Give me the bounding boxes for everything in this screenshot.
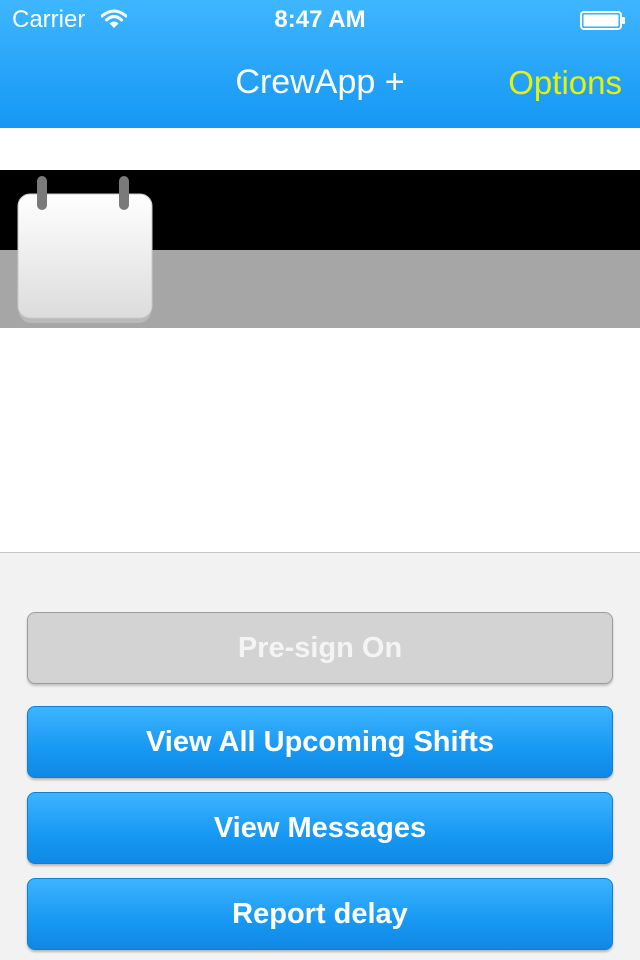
navigation-bar: Carrier 8:47 AM CrewApp + Options bbox=[0, 0, 640, 128]
view-messages-button[interactable]: View Messages bbox=[27, 792, 613, 864]
battery-icon bbox=[580, 11, 625, 30]
options-button[interactable]: Options bbox=[508, 64, 622, 102]
view-upcoming-shifts-button[interactable]: View All Upcoming Shifts bbox=[27, 706, 613, 778]
calendar-icon bbox=[17, 176, 153, 323]
status-time: 8:47 AM bbox=[274, 6, 366, 33]
report-delay-button[interactable]: Report delay bbox=[27, 878, 613, 950]
presign-on-button[interactable]: Pre-sign On bbox=[27, 612, 613, 684]
status-bar: Carrier 8:47 AM bbox=[0, 0, 640, 40]
